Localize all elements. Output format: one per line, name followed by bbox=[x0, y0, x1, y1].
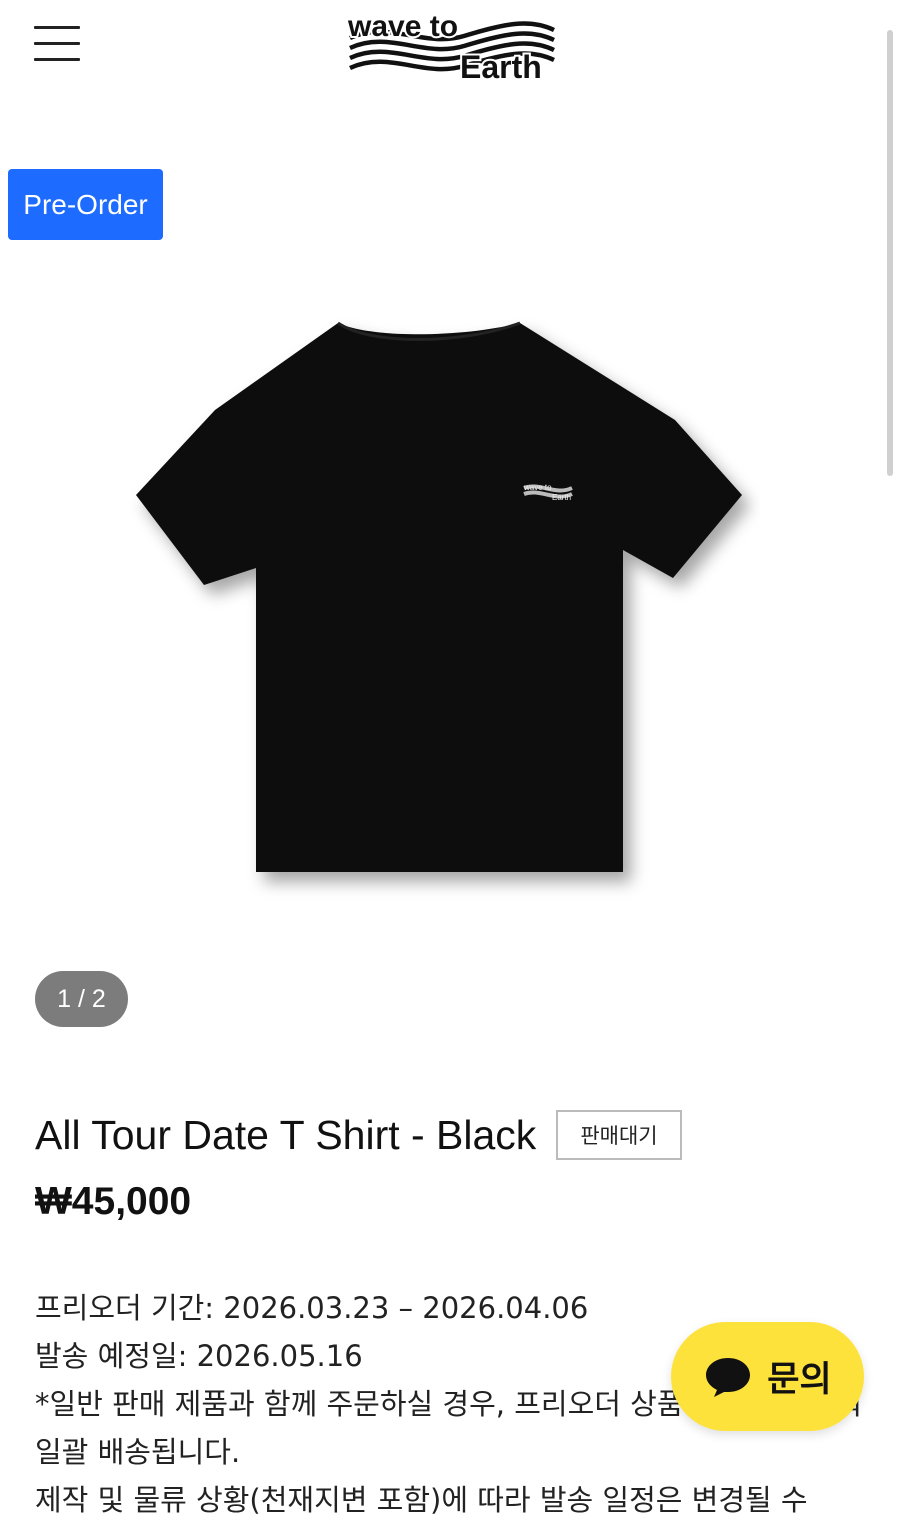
svg-text:Earth: Earth bbox=[460, 49, 542, 85]
image-pager: 1 / 2 bbox=[35, 971, 128, 1027]
product-title: All Tour Date T Shirt - Black bbox=[35, 1111, 537, 1158]
svg-text:wave to: wave to bbox=[523, 483, 552, 492]
preorder-badge: Pre-Order bbox=[8, 169, 163, 240]
svg-text:Earth: Earth bbox=[552, 493, 571, 502]
shipping-note-2: 제작 및 물류 상황(천재지변 포함)에 따라 발송 일정은 변경될 수 bbox=[35, 1483, 808, 1517]
svg-text:wave to: wave to bbox=[347, 10, 458, 43]
speech-bubble-icon bbox=[706, 1357, 751, 1397]
inquiry-label: 문의 bbox=[767, 1360, 832, 1400]
page-scrollbar[interactable] bbox=[887, 30, 893, 476]
product-price: ₩45,000 bbox=[35, 1180, 192, 1223]
site-header: wave to Earth bbox=[0, 0, 902, 110]
inquiry-chat-button[interactable]: 문의 bbox=[671, 1322, 864, 1431]
product-image[interactable]: wave to Earth bbox=[120, 300, 760, 920]
product-title-row: All Tour Date T Shirt - Black 판매대기 bbox=[35, 1110, 682, 1160]
sale-status-badge: 판매대기 bbox=[556, 1110, 682, 1160]
brand-logo[interactable]: wave to Earth bbox=[344, 8, 558, 88]
hamburger-menu-icon[interactable] bbox=[34, 24, 82, 64]
tshirt-graphic bbox=[136, 323, 742, 872]
